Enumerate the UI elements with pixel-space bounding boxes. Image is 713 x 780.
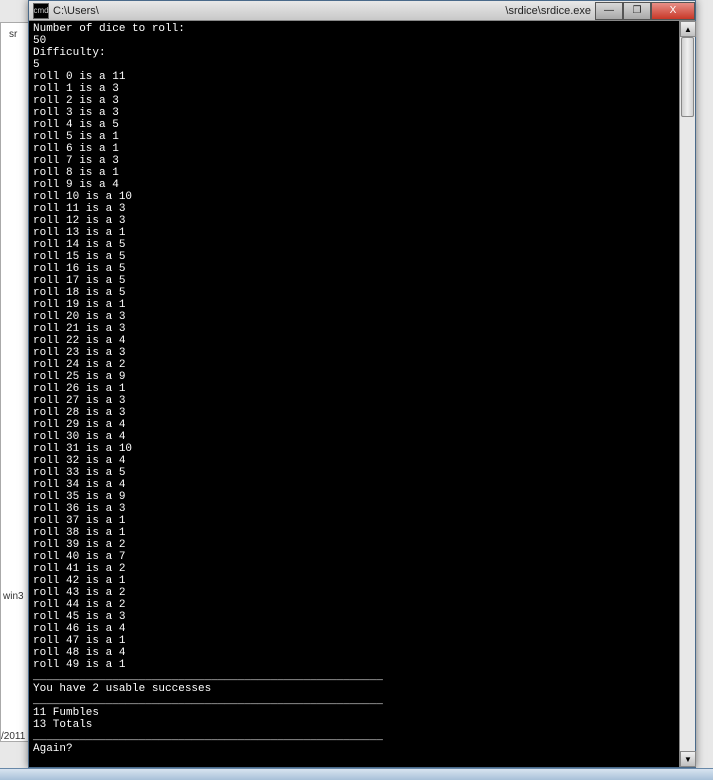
cmd-icon-label: cmd [33, 6, 48, 15]
minimize-button[interactable]: — [595, 2, 623, 20]
titlebar[interactable]: cmd C:\Users\ \srdice\srdice.exe — ❐ X [29, 1, 695, 21]
titlebar-path-right: \srdice\srdice.exe [505, 5, 591, 17]
close-button[interactable]: X [651, 2, 695, 20]
scroll-down-button[interactable]: ▼ [680, 751, 696, 767]
window-controls: — ❐ X [595, 2, 695, 20]
console-window: cmd C:\Users\ \srdice\srdice.exe — ❐ X N… [28, 0, 696, 768]
explorer-window-partial: sr win3 /2011 KB [0, 22, 30, 742]
cmd-icon: cmd [33, 3, 49, 19]
explorer-text: /2011 [1, 731, 25, 742]
scroll-up-button[interactable]: ▲ [680, 21, 696, 37]
taskbar[interactable] [0, 768, 713, 780]
console-output[interactable]: Number of dice to roll: 50 Difficulty: 5… [29, 21, 695, 767]
scrollbar-track[interactable] [680, 37, 695, 751]
explorer-text: win3 [3, 591, 24, 602]
vertical-scrollbar[interactable]: ▲ ▼ [679, 21, 695, 767]
titlebar-path-left: C:\Users\ [53, 5, 99, 17]
scrollbar-thumb[interactable] [681, 37, 694, 117]
explorer-text: sr [9, 29, 17, 40]
maximize-button[interactable]: ❐ [623, 2, 651, 20]
